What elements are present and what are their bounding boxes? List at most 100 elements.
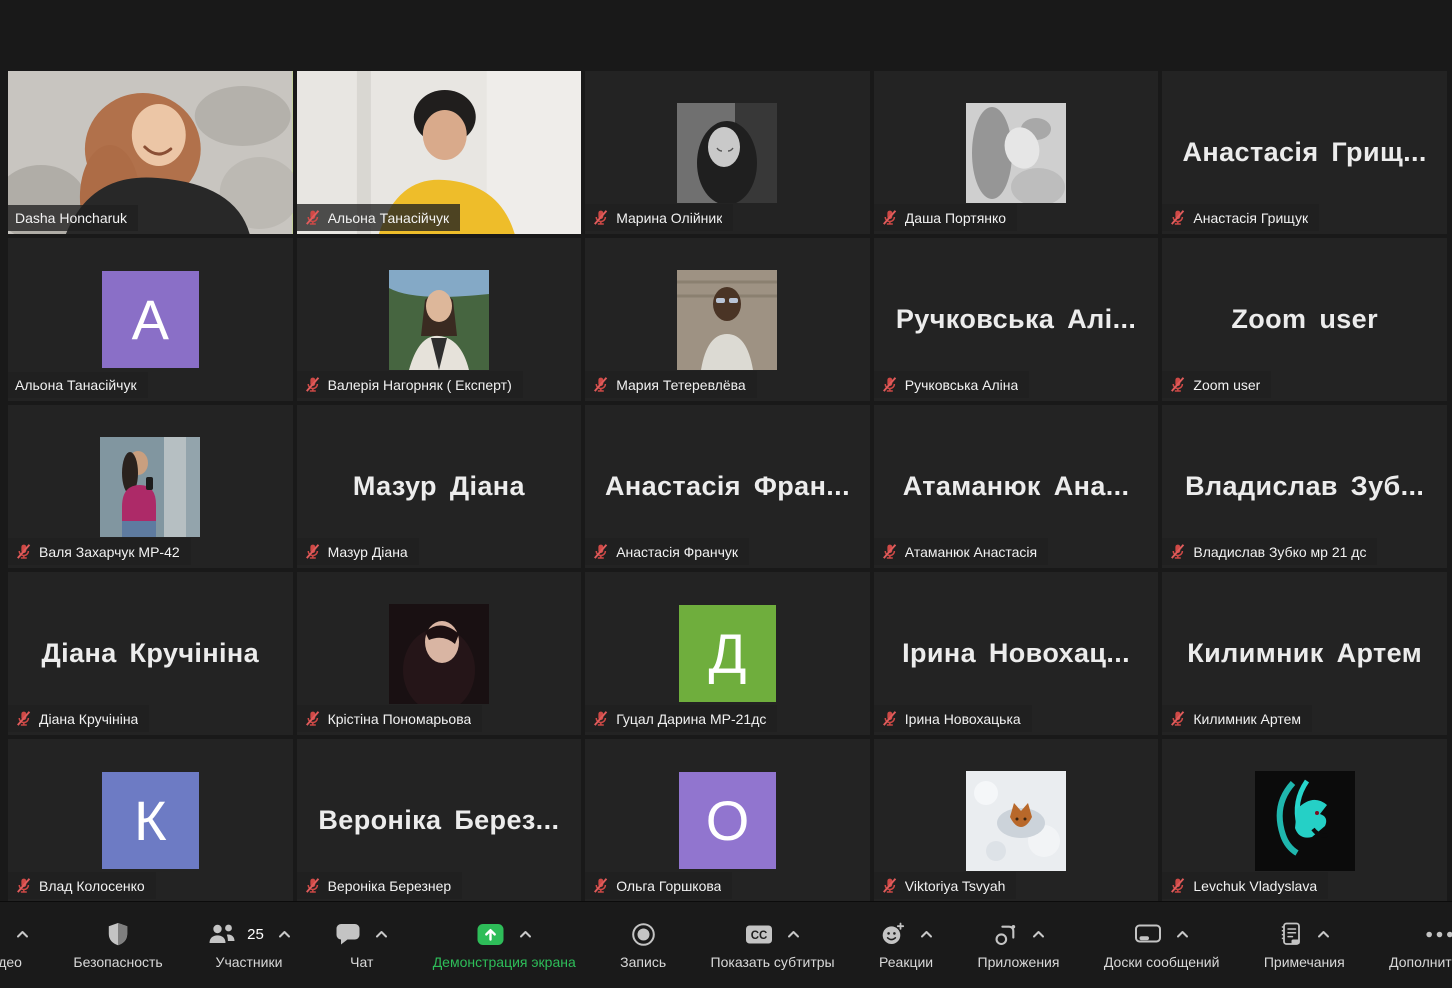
mic-muted-icon	[881, 710, 898, 727]
mic-muted-icon	[881, 877, 898, 894]
toolbar-notes-label: Примечания	[1264, 955, 1345, 969]
participant-nameplate: Марина Олійник	[585, 204, 733, 231]
mic-muted-icon	[1169, 209, 1186, 226]
chevron-up-icon[interactable]	[1317, 930, 1330, 939]
participant-tile[interactable]: Діана КручінінаДіана Кручініна	[8, 572, 293, 735]
toolbar-share-button[interactable]: Демонстрация экрана	[425, 921, 584, 969]
participant-tile[interactable]: Даша Портянко	[874, 71, 1159, 234]
participant-nameplate: Ірина Новохацька	[874, 705, 1032, 732]
mic-muted-icon	[592, 209, 609, 226]
chevron-up-icon[interactable]	[278, 930, 291, 939]
participant-tile[interactable]: КВлад Колосенко	[8, 739, 293, 902]
participant-tile[interactable]: Альона Танасійчук	[297, 71, 582, 234]
chevron-up-icon[interactable]	[1032, 930, 1045, 939]
participant-tile[interactable]: Ірина Новохац...Ірина Новохацька	[874, 572, 1159, 735]
toolbar-whiteboards-label: Доски сообщений	[1104, 955, 1220, 969]
chevron-up-icon[interactable]	[1176, 930, 1189, 939]
participant-nameplate: Levchuk Vladyslava	[1162, 872, 1328, 899]
toolbar-record-button[interactable]: Запись	[612, 921, 674, 969]
participant-tile[interactable]: Zoom userZoom user	[1162, 238, 1447, 401]
participant-nameplate: Альона Танасійчук	[8, 372, 148, 398]
participant-nameplate: Влад Колосенко	[8, 872, 156, 899]
participant-photo-avatar	[1255, 771, 1355, 871]
participant-tile[interactable]: Анастасія Фран...Анастасія Франчук	[585, 405, 870, 568]
share-icon	[476, 923, 505, 946]
mic-muted-icon	[1169, 710, 1186, 727]
participant-tile[interactable]: Мазур ДіанаМазур Діана	[297, 405, 582, 568]
toolbar-reactions-label: Реакции	[879, 955, 933, 969]
participants-icon	[207, 922, 237, 946]
participant-name-label: Марина Олійник	[616, 210, 722, 226]
participant-tile[interactable]: Килимник АртемКилимник Артем	[1162, 572, 1447, 735]
participant-tile[interactable]: Ручковська Алі...Ручковська Аліна	[874, 238, 1159, 401]
meeting-toolbar: Видео Безопасность 25Участники Чат Демонстра…	[0, 901, 1452, 988]
svg-text:CC: CC	[751, 930, 768, 942]
participant-tile[interactable]: Viktoriya Tsvyah	[874, 739, 1159, 902]
participants-count-badge: 25	[247, 926, 264, 943]
participant-tile[interactable]: Атаманюк Ана...Атаманюк Анастасія	[874, 405, 1159, 568]
toolbar-captions-label: Показать субтитры	[711, 955, 835, 969]
participant-name-label: Ірина Новохацька	[905, 711, 1021, 727]
toolbar-notes-button[interactable]: Примечания	[1256, 921, 1353, 969]
participant-name-label: Валерія Нагорняк ( Експерт)	[328, 377, 512, 393]
participant-tile[interactable]: Levchuk Vladyslava	[1162, 739, 1447, 902]
participant-letter-avatar: Д	[679, 605, 776, 702]
chevron-up-icon[interactable]	[519, 930, 532, 939]
camera-icon	[0, 924, 2, 944]
participant-tile[interactable]: Вероніка Берез...Вероніка Березнер	[297, 739, 582, 902]
participant-photo-avatar	[677, 103, 777, 203]
toolbar-reactions-button[interactable]: Реакции	[871, 921, 941, 969]
mic-muted-icon	[592, 543, 609, 560]
participant-name-label: Альона Танасійчук	[328, 210, 450, 226]
participant-name-label: Крістіна Пономарьова	[328, 711, 472, 727]
participant-name-label: Ручковська Аліна	[905, 377, 1019, 393]
participant-tile[interactable]: Владислав Зуб...Владислав Зубко мр 21 дс	[1162, 405, 1447, 568]
participant-tile[interactable]: ААльона Танасійчук	[8, 238, 293, 401]
toolbar-video-button[interactable]: Видео	[0, 921, 37, 969]
chevron-up-icon[interactable]	[16, 930, 29, 939]
participant-photo-avatar	[966, 103, 1066, 203]
participant-name-label: Даша Портянко	[905, 210, 1006, 226]
participant-tile[interactable]: Валерія Нагорняк ( Експерт)	[297, 238, 582, 401]
participant-tile[interactable]: Марина Олійник	[585, 71, 870, 234]
reactions-icon	[880, 921, 906, 947]
participant-photo-avatar	[389, 604, 489, 704]
participant-name-label: Ольга Горшкова	[616, 878, 721, 894]
participant-tile[interactable]: ООльга Горшкова	[585, 739, 870, 902]
toolbar-more-button[interactable]: Дополнительно	[1381, 921, 1452, 969]
mic-muted-icon	[15, 710, 32, 727]
toolbar-share-label: Демонстрация экрана	[433, 955, 576, 969]
mic-muted-icon	[592, 877, 609, 894]
chevron-up-icon[interactable]	[920, 930, 933, 939]
toolbar-chat-button[interactable]: Чат	[327, 921, 396, 969]
participant-nameplate: Анастасія Франчук	[585, 538, 749, 565]
apps-icon	[993, 922, 1018, 947]
toolbar-participants-button[interactable]: 25Участники	[199, 921, 299, 969]
participant-tile[interactable]: Анастасія Грищ...Анастасія Грищук	[1162, 71, 1447, 234]
toolbar-video-label: Видео	[0, 955, 22, 969]
chevron-up-icon[interactable]	[787, 930, 800, 939]
toolbar-chat-label: Чат	[350, 955, 373, 969]
participant-name-label: Анастасія Грищук	[1193, 210, 1308, 226]
more-icon	[1424, 930, 1452, 939]
record-icon	[631, 922, 656, 947]
chat-icon	[335, 922, 361, 946]
chevron-up-icon[interactable]	[375, 930, 388, 939]
participant-nameplate: Анастасія Грищук	[1162, 204, 1319, 231]
toolbar-whiteboards-button[interactable]: Доски сообщений	[1096, 921, 1228, 969]
participant-nameplate: Валя Захарчук МР-42	[8, 538, 191, 565]
toolbar-apps-button[interactable]: Приложения	[970, 921, 1068, 969]
participant-tile[interactable]: Крістіна Пономарьова	[297, 572, 582, 735]
mic-muted-icon	[304, 543, 321, 560]
participant-tile[interactable]: Мария Тетеревлёва	[585, 238, 870, 401]
participant-nameplate: Килимник Артем	[1162, 705, 1312, 732]
toolbar-captions-button[interactable]: CC Показать субтитры	[703, 921, 843, 969]
participant-tile[interactable]: Dasha Honcharuk	[8, 71, 293, 234]
participant-nameplate: Ольга Горшкова	[585, 872, 732, 899]
participant-name-label: Мария Тетеревлёва	[616, 377, 746, 393]
toolbar-security-button[interactable]: Безопасность	[65, 921, 170, 969]
participant-tile[interactable]: ДГуцал Дарина МР-21дс	[585, 572, 870, 735]
toolbar-more-label: Дополнительно	[1389, 955, 1452, 969]
participant-tile[interactable]: Валя Захарчук МР-42	[8, 405, 293, 568]
participant-nameplate: Zoom user	[1162, 371, 1271, 398]
